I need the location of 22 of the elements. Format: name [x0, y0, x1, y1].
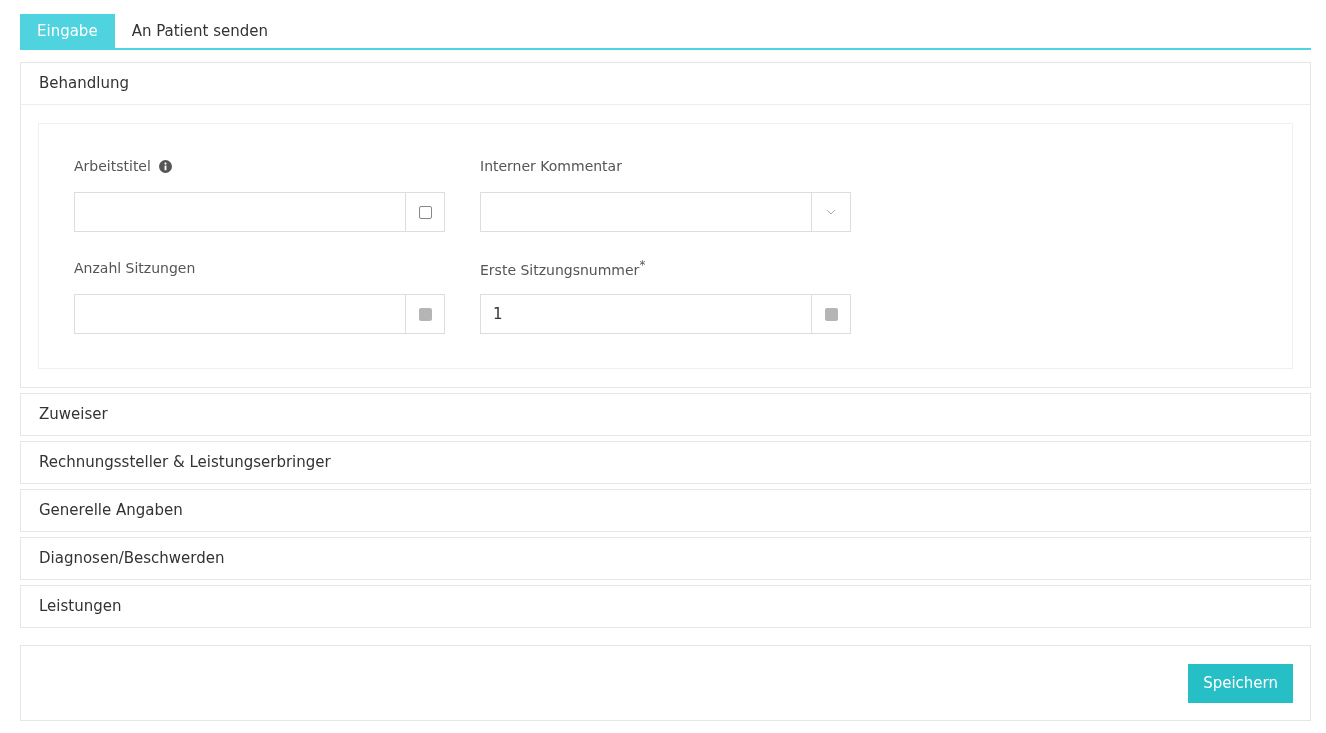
square-icon [418, 307, 432, 321]
field-label: Erste Sitzungsnummer$^{*}$ [480, 258, 646, 278]
caret-icon [826, 209, 836, 215]
section-header[interactable]: Diagnosen/Beschwerden [21, 538, 1310, 579]
input-field[interactable] [480, 192, 811, 232]
tab[interactable]: An Patient senden [114, 14, 285, 48]
field-label: Interner Kommentar [480, 158, 622, 174]
section-header[interactable]: Rechnungssteller & Leistungserbringer [21, 442, 1310, 483]
field-label: Anzahl Sitzungen [74, 260, 196, 276]
addon-button[interactable] [405, 192, 445, 232]
section-header[interactable]: Zuweiser [21, 394, 1310, 435]
input-field[interactable]: 1 [480, 294, 811, 334]
section-header[interactable]: Generelle Angaben [21, 490, 1310, 531]
input-field[interactable] [74, 294, 405, 334]
addon-button[interactable] [811, 294, 851, 334]
square-icon [824, 307, 838, 321]
addon-button[interactable] [405, 294, 445, 334]
input-field[interactable] [74, 192, 405, 232]
field-label: Arbeitstitel [74, 158, 151, 174]
section-header[interactable]: Leistungen [21, 586, 1310, 627]
checkbox[interactable] [418, 205, 432, 219]
section-header[interactable]: Behandlung [21, 63, 1310, 105]
